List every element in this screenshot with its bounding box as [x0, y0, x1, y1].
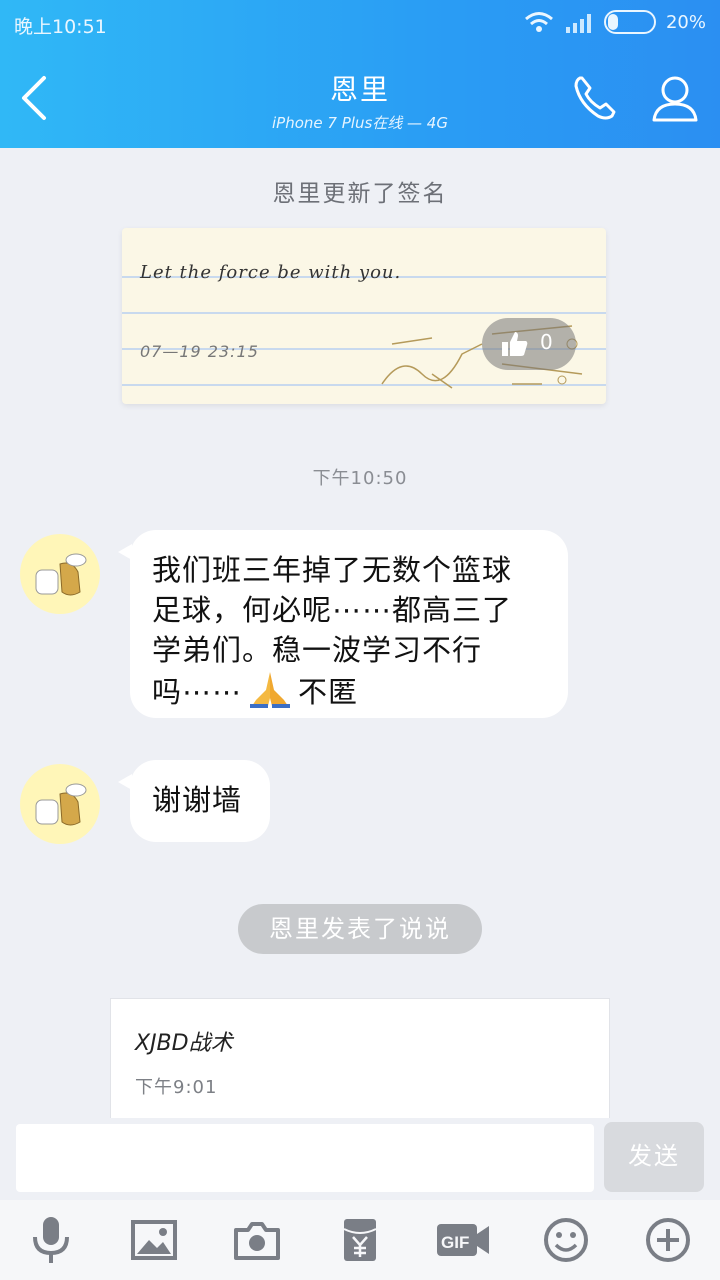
- gif-button[interactable]: GIF: [435, 1212, 491, 1268]
- message-text: 谢谢墙: [152, 783, 243, 817]
- phone-call-button[interactable]: [568, 72, 622, 126]
- battery-percent: 20%: [665, 11, 706, 33]
- message-line: 我们班三年掉了无数个篮球: [152, 553, 513, 587]
- send-button[interactable]: 发送: [604, 1122, 704, 1192]
- message-line: 吗⋯⋯ 不匿: [152, 670, 546, 712]
- status-bar: 晚上10:51 20%: [14, 10, 706, 40]
- camera-icon: [234, 1222, 281, 1260]
- camera-button[interactable]: [229, 1212, 285, 1268]
- thumbs-up-icon: [502, 332, 528, 356]
- post-title: XJBD战术: [135, 1031, 233, 1056]
- wifi-icon: [525, 12, 553, 32]
- input-toolbar: GIF: [0, 1200, 720, 1280]
- profile-button[interactable]: [648, 72, 702, 126]
- praying-hands-emoji-icon: [250, 672, 291, 708]
- contact-name: 恩里: [329, 73, 390, 106]
- chat-header: 晚上10:51 20% 恩里 iPhone 7 Plus在线 — 4G: [0, 0, 720, 148]
- online-status: iPhone 7 Plus在线 — 4G: [272, 114, 448, 132]
- message-bubble[interactable]: 谢谢墙: [118, 760, 270, 842]
- more-button[interactable]: [640, 1212, 696, 1268]
- image-button[interactable]: [126, 1212, 182, 1268]
- image-icon: [131, 1220, 178, 1260]
- microphone-icon: [33, 1217, 70, 1263]
- gif-icon: GIF: [436, 1224, 489, 1256]
- back-button[interactable]: [14, 72, 54, 124]
- post-time: 下午9:01: [135, 1077, 218, 1098]
- svg-text:GIF: GIF: [441, 1233, 469, 1252]
- contact-avatar[interactable]: [20, 764, 100, 844]
- signature-text: Let the force be with you.: [140, 262, 402, 283]
- message-line: 学弟们。稳一波学习不行: [152, 633, 483, 667]
- message-bubble[interactable]: 我们班三年掉了无数个篮球 足球，何必呢⋯⋯都高三了 学弟们。稳一波学习不行 吗⋯…: [118, 530, 568, 718]
- post-card[interactable]: XJBD战术 下午9:01: [110, 998, 610, 1120]
- post-notice: 恩里发表了说说: [238, 904, 482, 954]
- voice-button[interactable]: [23, 1212, 79, 1268]
- emoji-button[interactable]: [538, 1212, 594, 1268]
- plus-circle-icon: [646, 1218, 691, 1262]
- avatar-icon: [35, 783, 87, 826]
- signature-date: 07—19 23:15: [140, 342, 259, 361]
- status-indicators: 20%: [524, 10, 706, 34]
- message-text: 吗⋯⋯: [152, 675, 243, 709]
- message-input[interactable]: [16, 1124, 594, 1192]
- status-time: 晚上10:51: [14, 16, 107, 38]
- battery-icon: [603, 10, 656, 34]
- signature-card[interactable]: Let the force be with you. 07—19 23:15 0: [122, 228, 606, 404]
- message-line: 足球，何必呢⋯⋯都高三了: [152, 593, 513, 627]
- signal-icon: [565, 14, 591, 33]
- like-count: 0: [540, 330, 553, 354]
- red-packet-icon: [343, 1219, 377, 1261]
- smiley-icon: [543, 1218, 588, 1262]
- input-bar: 发送: [0, 1118, 720, 1200]
- time-separator: 下午10:50: [312, 468, 408, 489]
- signature-update-notice: 恩里更新了签名: [272, 181, 448, 207]
- avatar-icon: [35, 553, 87, 596]
- message-text: 不匿: [298, 675, 359, 709]
- red-packet-button[interactable]: [332, 1212, 388, 1268]
- contact-avatar[interactable]: [20, 534, 100, 614]
- like-button[interactable]: 0: [482, 318, 576, 370]
- chat-title-block[interactable]: 恩里 iPhone 7 Plus在线 — 4G: [180, 68, 540, 133]
